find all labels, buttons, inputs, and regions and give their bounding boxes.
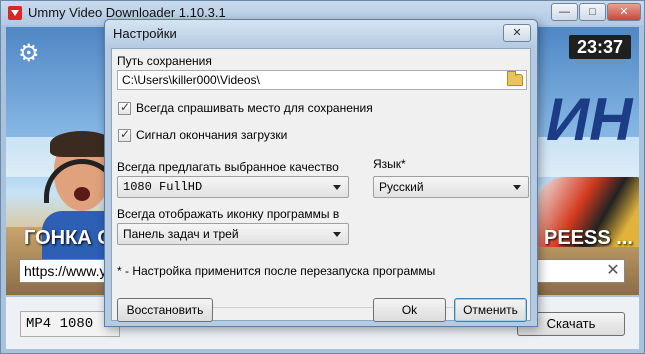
folder-icon[interactable] — [507, 71, 523, 86]
restart-note: * - Настройка применится после перезапус… — [117, 264, 436, 278]
icon-display-label: Всегда отображать иконку программы в — [117, 207, 340, 221]
download-complete-sound-checkbox[interactable] — [118, 127, 131, 142]
video-title-right: PEESS ... — [544, 227, 633, 249]
cancel-button[interactable]: Отменить — [454, 298, 527, 322]
quality-select-value: 1080 FullHD — [123, 180, 203, 194]
ask-save-location-label: Всегда спрашивать место для сохранения — [136, 101, 373, 115]
video-duration: 23:37 — [569, 35, 631, 59]
chevron-down-icon — [333, 185, 341, 190]
ask-save-location-checkbox[interactable] — [118, 100, 131, 115]
save-path-label: Путь сохранения — [117, 54, 212, 68]
dialog-title: Настройки — [113, 26, 177, 41]
language-select-value: Русский — [379, 180, 424, 194]
maximize-button[interactable]: □ — [579, 3, 606, 21]
minimize-button[interactable]: — — [551, 3, 578, 21]
video-title-left: ГОНКА С — [24, 227, 112, 249]
language-label: Язык* — [373, 157, 406, 171]
download-icon — [8, 6, 22, 20]
save-path-input[interactable]: C:\Users\killer000\Videos\ — [117, 70, 527, 90]
restore-button[interactable]: Восстановить — [117, 298, 213, 322]
chevron-down-icon — [333, 232, 341, 237]
clear-icon[interactable]: ✕ — [605, 262, 621, 280]
gear-icon[interactable]: ⚙ — [18, 39, 40, 68]
icon-display-select[interactable]: Панель задач и трей — [117, 223, 349, 245]
download-complete-sound-label: Сигнал окончания загрузки — [136, 128, 288, 142]
icon-display-select-value: Панель задач и трей — [123, 227, 239, 241]
ok-button[interactable]: Ok — [373, 298, 446, 322]
quality-select[interactable]: 1080 FullHD — [117, 176, 349, 198]
close-button[interactable]: ✕ — [607, 3, 641, 21]
banner-title-letters: ИН — [546, 86, 633, 153]
dialog-body: Путь сохранения C:\Users\killer000\Video… — [111, 48, 531, 322]
window-title: Ummy Video Downloader 1.10.3.1 — [28, 5, 226, 20]
quality-label: Всегда предлагать выбранное качество — [117, 160, 339, 174]
language-select[interactable]: Русский — [373, 176, 529, 198]
person-mouth — [74, 187, 90, 201]
dialog-titlebar[interactable]: Настройки ✕ — [105, 20, 537, 46]
settings-dialog: Настройки ✕ Путь сохранения C:\Users\kil… — [104, 19, 538, 327]
chevron-down-icon — [513, 185, 521, 190]
dialog-close-button[interactable]: ✕ — [503, 24, 531, 42]
